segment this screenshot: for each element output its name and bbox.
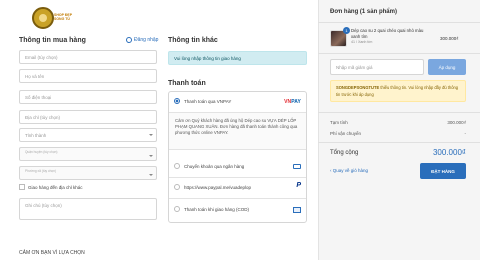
chevron-down-icon: [149, 173, 153, 176]
coupon-placeholder: Nhập mã giảm giá: [336, 64, 373, 70]
coupon-input[interactable]: Nhập mã giảm giá: [330, 59, 424, 75]
address-field[interactable]: Địa chỉ (tùy chọn): [19, 110, 157, 124]
user-circle-icon: [126, 37, 132, 43]
address-placeholder: Địa chỉ (tùy chọn): [25, 114, 61, 120]
district-label: Quận huyện (tùy chọn): [25, 150, 58, 154]
bank-radio[interactable]: [174, 163, 180, 169]
shipping-info-notice-text: Vui lòng nhập thông tin giao hàng: [174, 55, 241, 61]
phone-placeholder: Số điện thoại: [25, 94, 52, 100]
phone-field[interactable]: Số điện thoại: [19, 90, 157, 104]
payment-title: Thanh toán: [168, 80, 206, 87]
cod-label: Thanh toán khi giao hàng (COD): [184, 206, 250, 212]
paypal-radio[interactable]: [174, 184, 180, 190]
order-title: Đơn hàng (1 sản phẩm): [330, 9, 397, 15]
shop-logo[interactable]: SHOP ĐẸP SONG TÚ: [30, 7, 72, 31]
cod-radio[interactable]: [174, 206, 180, 212]
bank-label: Chuyển khoản qua ngân hàng: [184, 163, 245, 169]
logo-seal-icon: [32, 7, 54, 29]
note-textarea[interactable]: Ghi chú (tùy chọn): [19, 198, 157, 220]
subtotal-value: 300.000₫: [447, 120, 466, 125]
email-placeholder: Email (tùy chọn): [25, 54, 58, 60]
district-select[interactable]: Quận huyện (tùy chọn): [19, 147, 157, 161]
paypal-label: https://www.paypal.me/vuadeplop: [184, 184, 252, 190]
ward-label: Phường xã (tùy chọn): [25, 169, 56, 173]
shipping-fee-label: Phí vận chuyển: [330, 131, 362, 136]
chevron-down-icon: [149, 134, 153, 136]
place-order-button[interactable]: ĐẶT HÀNG: [420, 163, 466, 179]
total-row: Tổng cộng 300.000₫: [330, 148, 466, 157]
payment-option-bank[interactable]: Chuyển khoản qua ngân hàng: [169, 163, 306, 169]
back-to-cart-label: Quay về giỏ hàng: [332, 168, 369, 173]
note-placeholder: Ghi chú (tùy chọn): [25, 203, 62, 208]
vnpay-label: Thanh toán qua VNPAY: [184, 98, 232, 104]
product-variant: 41 / Xanh tím: [351, 40, 373, 44]
province-placeholder: Tỉnh thành: [25, 132, 47, 138]
name-field[interactable]: Họ và tên: [19, 69, 157, 83]
apply-coupon-button[interactable]: Áp dụng: [428, 59, 466, 75]
email-field[interactable]: Email (tùy chọn): [19, 50, 157, 64]
customer-info-title: Thông tin mua hàng: [19, 37, 86, 44]
login-label: Đăng nhập: [134, 37, 159, 43]
login-link[interactable]: Đăng nhập: [126, 37, 158, 43]
back-to-cart-link[interactable]: ‹ Quay về giỏ hàng: [330, 168, 368, 173]
shipping-info-notice: Vui lòng nhập thông tin giao hàng: [168, 51, 307, 65]
ward-select[interactable]: Phường xã (tùy chọn): [19, 166, 157, 180]
chevron-down-icon: [149, 154, 153, 157]
logo-tagline: SHOP ĐẸP SONG TÚ: [54, 13, 72, 21]
province-select[interactable]: Tỉnh thành: [19, 128, 157, 142]
ship-other-address-label: Giao hàng đến địa chỉ khác: [28, 184, 83, 190]
other-info-title: Thông tin khác: [168, 37, 218, 44]
ship-other-address-checkbox[interactable]: [19, 184, 25, 190]
vnpay-radio[interactable]: [174, 98, 180, 104]
cash-icon: [293, 207, 301, 213]
subtotal-label: Tạm tính: [330, 120, 348, 125]
checkout-form-panel: SHOP ĐẸP SONG TÚ Thông tin mua hàng Đăng…: [0, 0, 318, 260]
quantity-badge: 1: [343, 27, 350, 34]
bank-card-icon: [293, 164, 301, 169]
vnpay-logo-icon: VNPAY: [284, 99, 301, 105]
subtotal-row: Tạm tính 300.000₫: [330, 120, 466, 125]
total-label: Tổng cộng: [330, 149, 359, 156]
name-placeholder: Họ và tên: [25, 73, 45, 79]
thanks-text: CẢM ƠN BẠN VÌ LỰA CHỌN: [19, 250, 85, 256]
shipping-fee-value: -: [464, 131, 467, 136]
product-name: Dép cao su 2 quai chéo quai nhỏ màu xanh…: [351, 28, 424, 39]
total-value: 300.000₫: [432, 148, 466, 157]
shipping-fee-row: Phí vận chuyển -: [330, 131, 466, 136]
product-price: 300.000₫: [440, 36, 459, 41]
coupon-warning: SONGDEPSONGTUTE thiếu thông tin. Vui lòn…: [330, 80, 466, 102]
ship-other-address-row[interactable]: Giao hàng đến địa chỉ khác: [19, 184, 83, 190]
payment-option-paypal[interactable]: https://www.paypal.me/vuadeplop: [169, 184, 306, 190]
payment-methods: Thanh toán qua VNPAY VNPAY Cảm ơn Quý kh…: [168, 91, 307, 223]
payment-option-cod[interactable]: Thanh toán khi giao hàng (COD): [169, 206, 306, 212]
coupon-code: SONGDEPSONGTUTE: [336, 85, 380, 90]
paypal-icon: P: [296, 182, 301, 189]
vnpay-description: Cảm ơn Quý khách hàng đã ủng hộ Dép cao …: [169, 112, 306, 150]
